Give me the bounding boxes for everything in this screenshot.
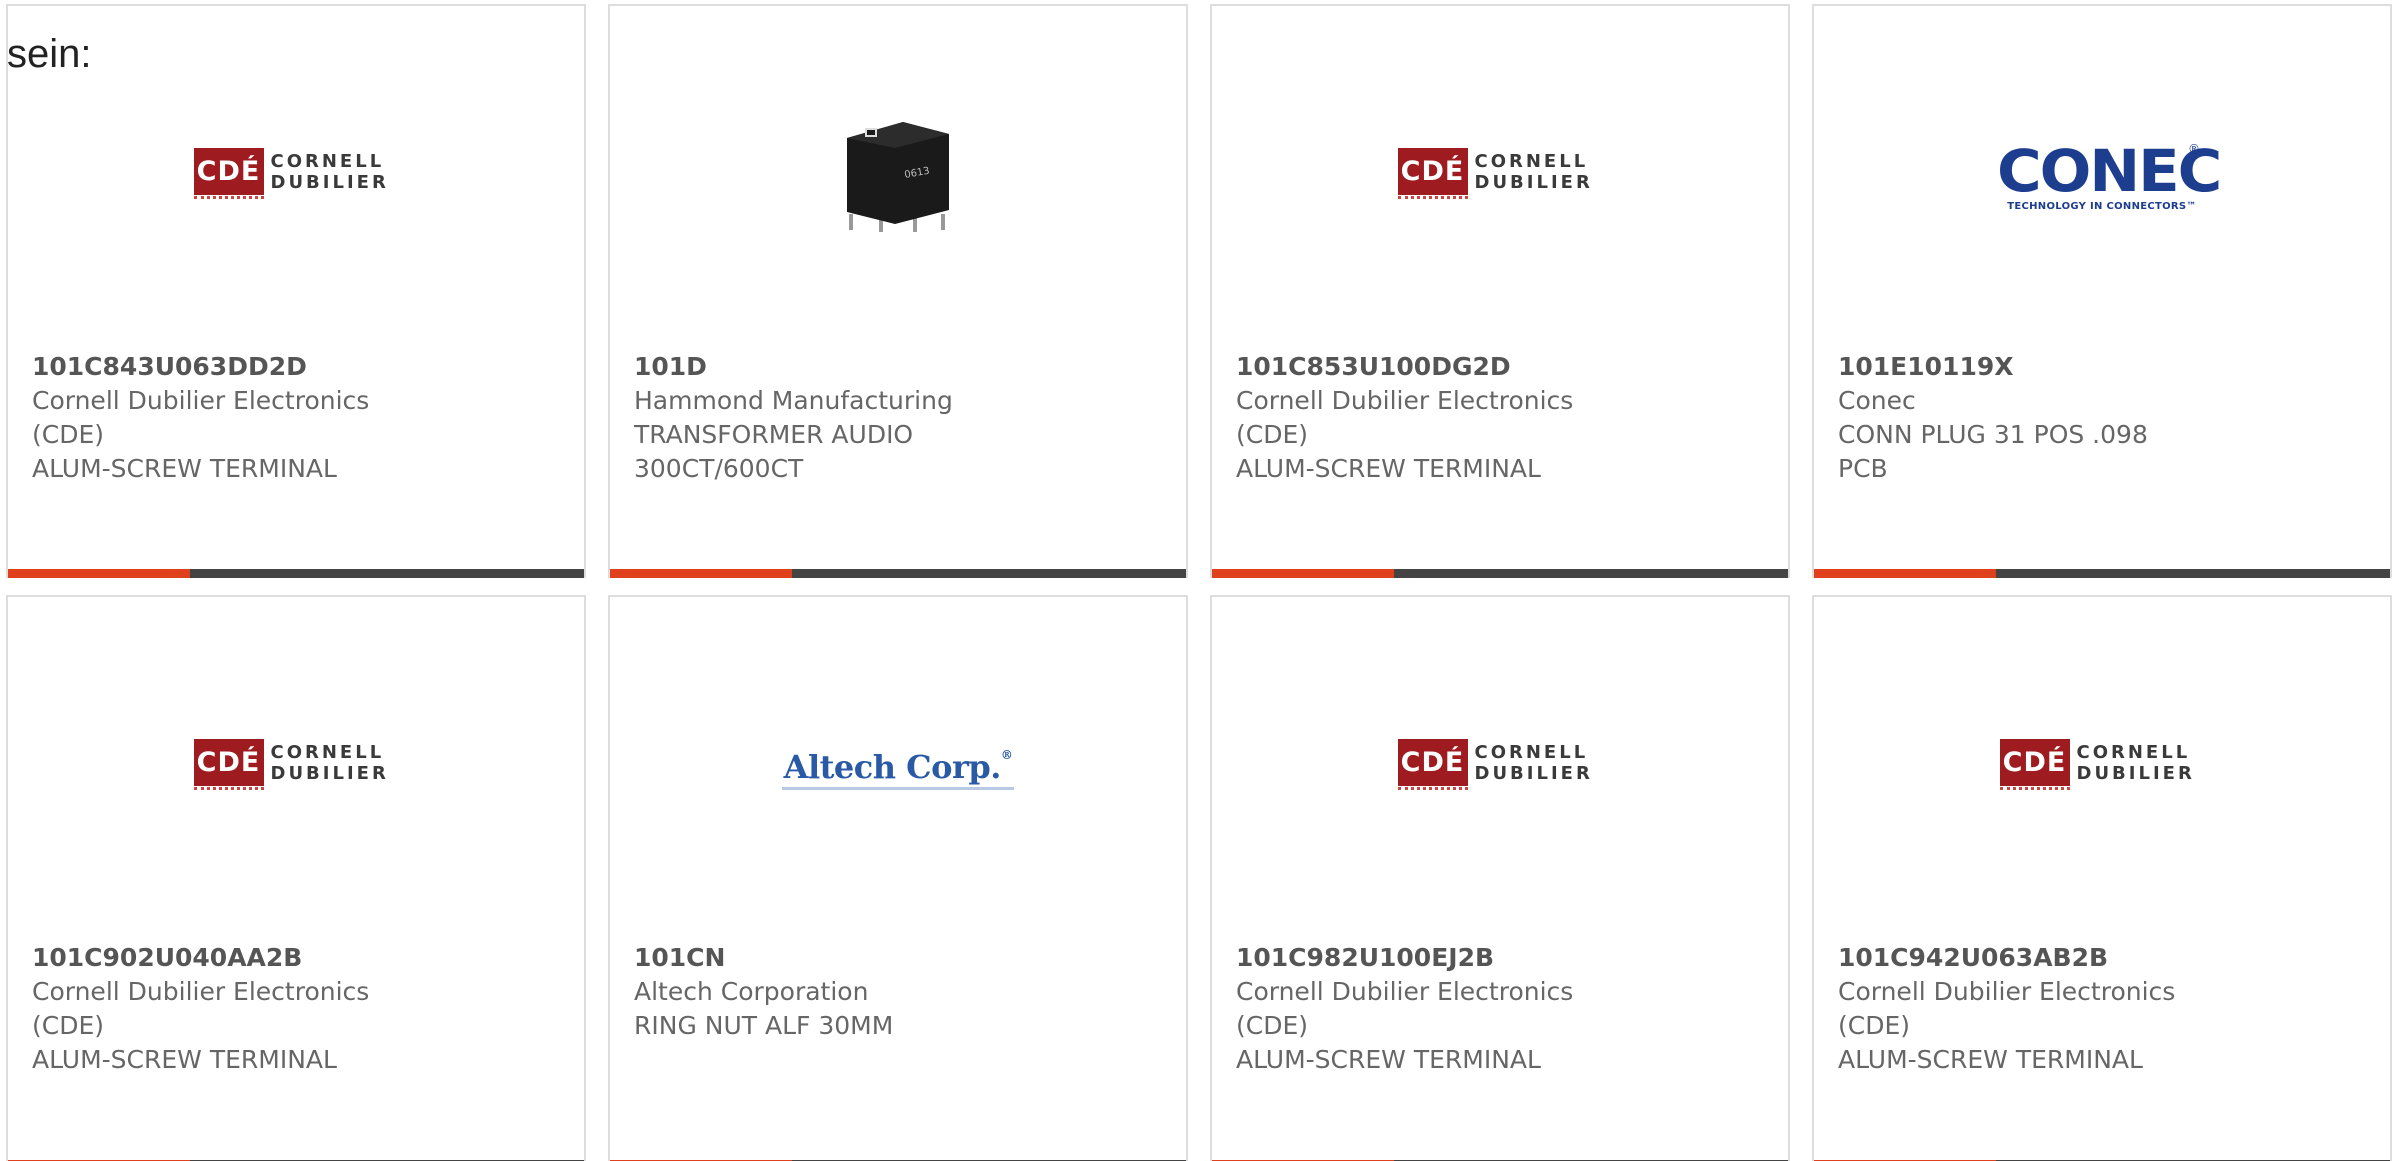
card-accent-bar xyxy=(8,569,190,578)
cde-logo-tagline xyxy=(193,787,264,796)
cde-logo-tagline xyxy=(1397,787,1468,796)
product-description: CONN PLUG 31 POS .098 PCB xyxy=(1838,420,2148,483)
product-image: Altech Corp.® xyxy=(610,679,1186,859)
product-image: CDÉ CORNELL DUBILIER xyxy=(1212,88,1788,268)
cornell-dubilier-logo: CDÉ CORNELL DUBILIER xyxy=(193,148,399,208)
manufacturer-name: Cornell Dubilier Electronics (CDE) xyxy=(1236,977,1574,1040)
cde-logo-mark: CDÉ xyxy=(1397,148,1468,195)
manufacturer-name: Hammond Manufacturing xyxy=(634,386,953,415)
product-card[interactable]: CDÉ CORNELL DUBILIER 101C853U100DG2D Cor… xyxy=(1210,4,1790,578)
product-image: CONEC ® TECHNOLOGY IN CONNECTORS™ xyxy=(1814,88,2390,268)
product-image: CDÉ CORNELL DUBILIER xyxy=(8,679,584,859)
card-bottom-bar xyxy=(8,569,584,578)
product-image: 0613 xyxy=(610,88,1186,268)
part-number[interactable]: 101C902U040AA2B xyxy=(32,941,560,975)
cornell-dubilier-logo: CDÉ CORNELL DUBILIER xyxy=(1397,739,1603,799)
transformer-photo: 0613 xyxy=(847,122,949,232)
product-info: 101CN Altech Corporation RING NUT ALF 30… xyxy=(634,941,1162,1043)
conec-logo: CONEC ® TECHNOLOGY IN CONNECTORS™ xyxy=(1997,137,2222,212)
part-number[interactable]: 101CN xyxy=(634,941,1162,975)
product-info: 101D Hammond Manufacturing TRANSFORMER A… xyxy=(634,350,1162,486)
product-listing-page: CDÉ CORNELL DUBILIER 101C843U063DD2D Cor… xyxy=(0,0,2400,1161)
card-accent-bar xyxy=(1814,569,1996,578)
product-image: CDÉ CORNELL DUBILIER xyxy=(8,88,584,268)
cornell-dubilier-logo: CDÉ CORNELL DUBILIER xyxy=(1999,739,2205,799)
product-card[interactable]: CONEC ® TECHNOLOGY IN CONNECTORS™ 101E10… xyxy=(1812,4,2392,578)
part-number[interactable]: 101C942U063AB2B xyxy=(1838,941,2366,975)
part-number[interactable]: 101C843U063DD2D xyxy=(32,350,560,384)
product-image: CDÉ CORNELL DUBILIER xyxy=(1814,679,2390,859)
cde-logo-mark: CDÉ xyxy=(1397,739,1468,786)
cde-logo-tagline xyxy=(1999,787,2070,796)
cde-logo-mark: CDÉ xyxy=(1999,739,2070,786)
product-card[interactable]: CDÉ CORNELL DUBILIER 101C942U063AB2B Cor… xyxy=(1812,595,2392,1161)
product-grid: CDÉ CORNELL DUBILIER 101C843U063DD2D Cor… xyxy=(6,4,2400,1161)
cornell-dubilier-logo: CDÉ CORNELL DUBILIER xyxy=(1397,148,1603,208)
part-number[interactable]: 101E10119X xyxy=(1838,350,2366,384)
manufacturer-name: Cornell Dubilier Electronics (CDE) xyxy=(1236,386,1574,449)
manufacturer-name: Cornell Dubilier Electronics (CDE) xyxy=(32,386,370,449)
product-description: ALUM-SCREW TERMINAL xyxy=(32,454,337,483)
product-description: ALUM-SCREW TERMINAL xyxy=(32,1045,337,1074)
manufacturer-name: Conec xyxy=(1838,386,1916,415)
product-image: CDÉ CORNELL DUBILIER xyxy=(1212,679,1788,859)
product-card[interactable]: Altech Corp.® 101CN Altech Corporation R… xyxy=(608,595,1188,1161)
cde-logo-mark: CDÉ xyxy=(193,148,264,195)
cde-logo-mark: CDÉ xyxy=(193,739,264,786)
altech-logo: Altech Corp.® xyxy=(781,748,1015,790)
product-card[interactable]: CDÉ CORNELL DUBILIER 101C902U040AA2B Cor… xyxy=(6,595,586,1161)
card-bottom-bar xyxy=(1814,569,2390,578)
card-bottom-bar xyxy=(1212,569,1788,578)
card-accent-bar xyxy=(610,569,792,578)
manufacturer-name: Altech Corporation xyxy=(634,977,869,1006)
card-accent-bar xyxy=(1212,569,1394,578)
cde-logo-tagline xyxy=(1397,196,1468,205)
product-description: RING NUT ALF 30MM xyxy=(634,1011,894,1040)
cde-logo-name: CORNELL DUBILIER xyxy=(270,742,389,784)
product-card[interactable]: CDÉ CORNELL DUBILIER 101C843U063DD2D Cor… xyxy=(6,4,586,578)
cornell-dubilier-logo: CDÉ CORNELL DUBILIER xyxy=(193,739,399,799)
product-description: ALUM-SCREW TERMINAL xyxy=(1236,454,1541,483)
product-description: ALUM-SCREW TERMINAL xyxy=(1236,1045,1541,1074)
manufacturer-name: Cornell Dubilier Electronics (CDE) xyxy=(32,977,370,1040)
product-info: 101C902U040AA2B Cornell Dubilier Electro… xyxy=(32,941,560,1077)
intro-text: sein: xyxy=(7,32,92,76)
cde-logo-tagline xyxy=(193,196,264,205)
product-info: 101C942U063AB2B Cornell Dubilier Electro… xyxy=(1838,941,2366,1077)
product-card[interactable]: 0613 101D Hammond Manufacturing TRANSFOR… xyxy=(608,4,1188,578)
part-number[interactable]: 101C982U100EJ2B xyxy=(1236,941,1764,975)
product-card[interactable]: CDÉ CORNELL DUBILIER 101C982U100EJ2B Cor… xyxy=(1210,595,1790,1161)
cde-logo-name: CORNELL DUBILIER xyxy=(2076,742,2195,784)
product-info: 101C853U100DG2D Cornell Dubilier Electro… xyxy=(1236,350,1764,486)
product-info: 101C982U100EJ2B Cornell Dubilier Electro… xyxy=(1236,941,1764,1077)
cde-logo-name: CORNELL DUBILIER xyxy=(1474,151,1593,193)
cde-logo-name: CORNELL DUBILIER xyxy=(1474,742,1593,784)
card-bottom-bar xyxy=(610,569,1186,578)
cde-logo-name: CORNELL DUBILIER xyxy=(270,151,389,193)
product-description: TRANSFORMER AUDIO 300CT/600CT xyxy=(634,420,914,483)
product-info: 101E10119X Conec CONN PLUG 31 POS .098 P… xyxy=(1838,350,2366,486)
part-number[interactable]: 101D xyxy=(634,350,1162,384)
product-info: 101C843U063DD2D Cornell Dubilier Electro… xyxy=(32,350,560,486)
part-number[interactable]: 101C853U100DG2D xyxy=(1236,350,1764,384)
manufacturer-name: Cornell Dubilier Electronics (CDE) xyxy=(1838,977,2176,1040)
product-description: ALUM-SCREW TERMINAL xyxy=(1838,1045,2143,1074)
